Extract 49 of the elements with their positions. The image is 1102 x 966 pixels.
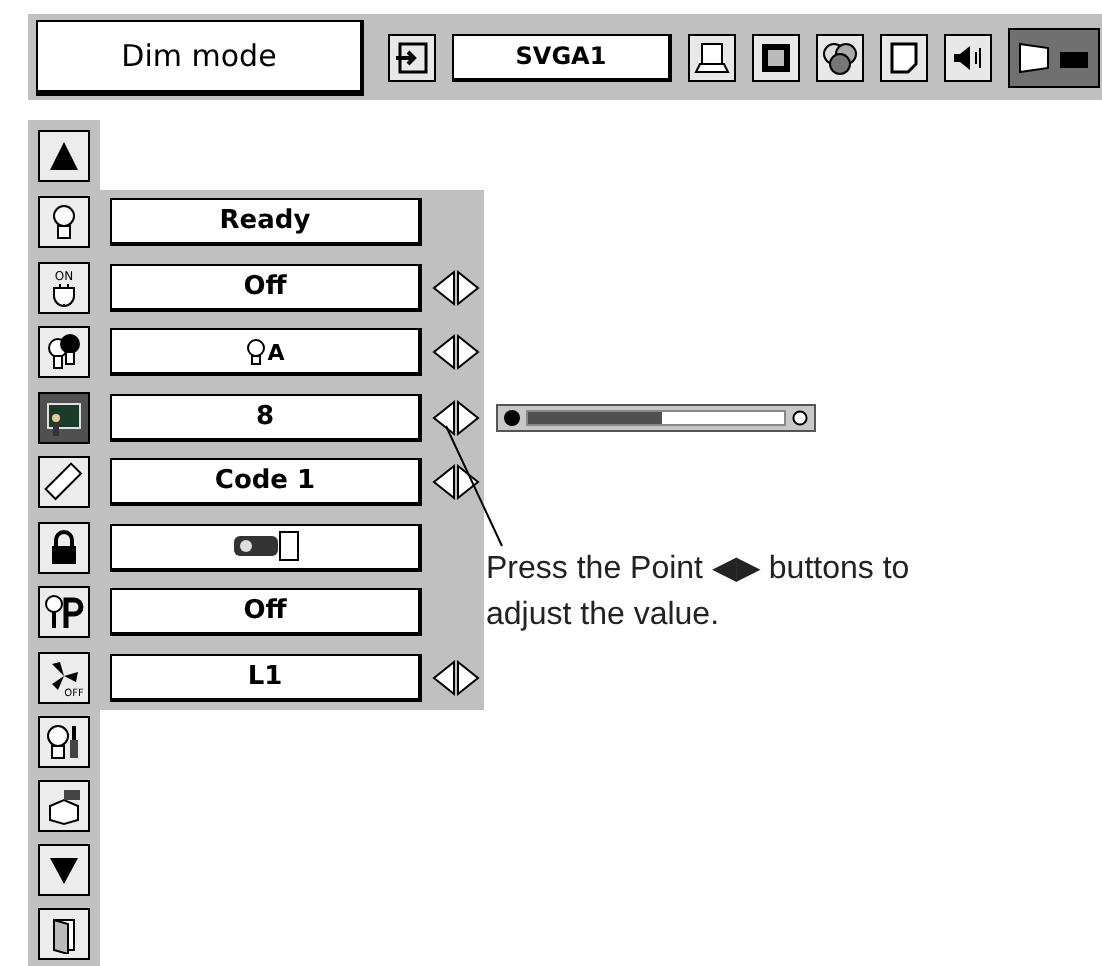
menu-item[interactable] [38, 586, 90, 639]
dot-icon [504, 409, 520, 425]
screen-projector-icon [1016, 39, 1092, 75]
up-arrow-button[interactable] [38, 129, 90, 181]
instruction-text: Press the Point ◀▶ buttons to adjust the value. [486, 550, 912, 636]
value-field: L1 [110, 653, 422, 702]
value-field: 8 [110, 393, 422, 442]
color-circles-icon [820, 37, 860, 77]
value-field: Off [110, 263, 422, 312]
menu-item[interactable] [38, 908, 90, 960]
menu-tab[interactable] [752, 33, 800, 81]
slider[interactable] [496, 403, 816, 431]
menu-item[interactable] [38, 456, 90, 509]
laptop-icon [692, 37, 732, 77]
input-icon [392, 37, 432, 77]
bulb-screwdriver-icon [44, 722, 84, 762]
menu-item[interactable] [38, 521, 90, 574]
value-field: Off [110, 588, 422, 637]
menu-title: Dim mode [36, 19, 364, 95]
menu-tab[interactable] [944, 33, 992, 81]
projector-icon [229, 530, 301, 563]
key-p-icon [42, 592, 86, 633]
down-arrow-button[interactable] [38, 844, 90, 896]
menu-tab[interactable] [1008, 27, 1100, 87]
menu-item[interactable] [38, 196, 90, 249]
bulb-icon [245, 337, 266, 366]
presenter-board-icon [44, 397, 84, 438]
remote-icon [44, 462, 84, 503]
input-button[interactable] [388, 33, 436, 81]
box-projector-icon [44, 786, 84, 826]
menu-item[interactable] [38, 716, 90, 768]
left-right-arrows-icon[interactable] [430, 397, 482, 438]
menu-item[interactable] [38, 780, 90, 832]
left-right-arrows-icon[interactable] [430, 462, 482, 503]
left-right-arrows-icon[interactable] [430, 267, 482, 308]
leader-line [444, 424, 504, 548]
value-field: A [110, 328, 422, 377]
circle-icon [792, 409, 808, 425]
value-field: Ready [110, 198, 422, 247]
menu-item[interactable] [38, 391, 90, 444]
two-bulbs-icon [44, 332, 84, 373]
menu-item[interactable] [38, 326, 90, 379]
menu-tab[interactable] [688, 33, 736, 81]
menu-tab[interactable] [816, 33, 864, 81]
menu-tab[interactable] [880, 33, 928, 81]
value-field: Code 1 [110, 458, 422, 507]
left-right-arrows-icon[interactable] [430, 657, 482, 698]
left-right-arrows-icon[interactable] [430, 332, 482, 373]
source-field: SVGA1 [452, 33, 672, 81]
